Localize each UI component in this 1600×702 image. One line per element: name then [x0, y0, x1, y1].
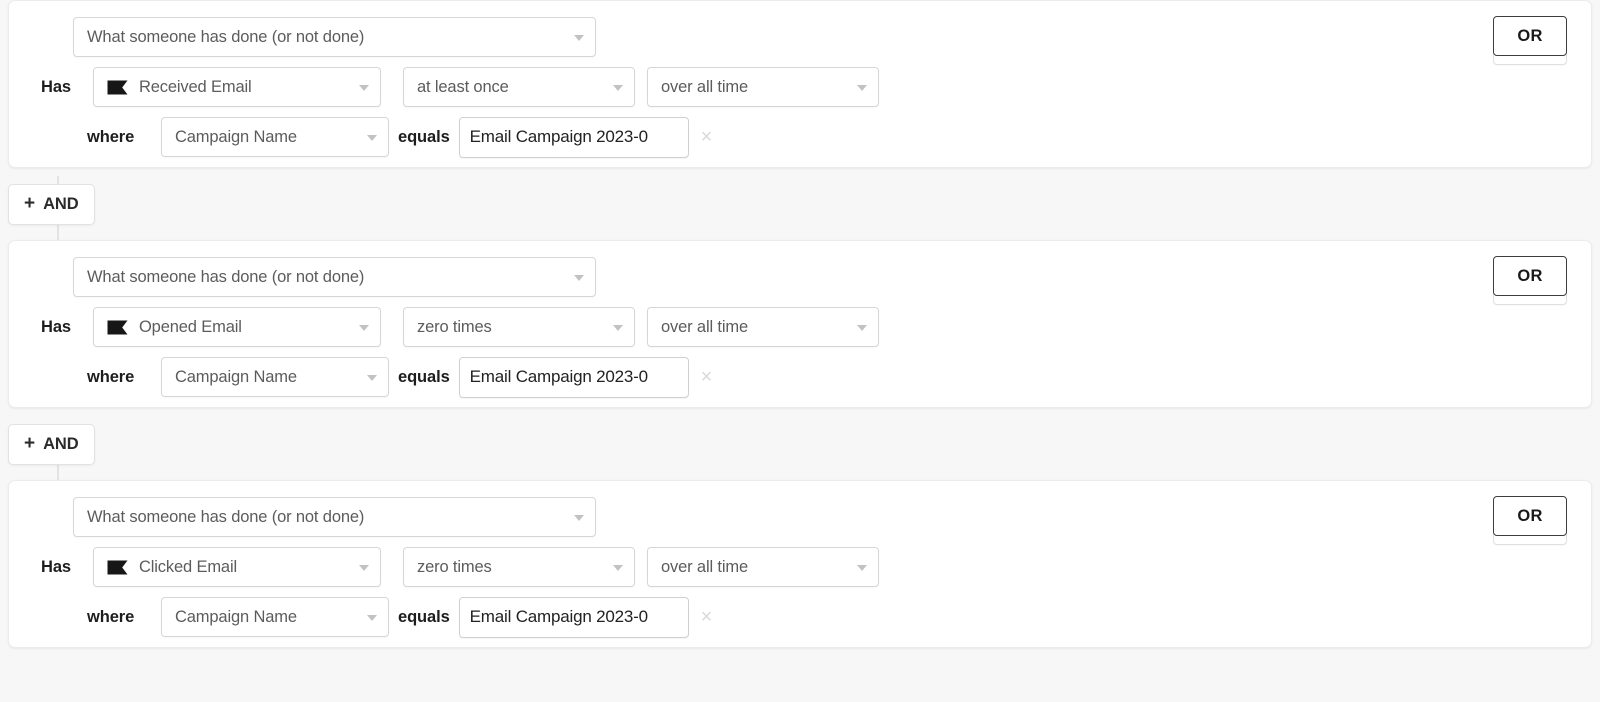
has-label: Has [41, 318, 93, 337]
filter-value-input[interactable] [459, 357, 689, 398]
condition-type-row: What someone has done (or not done) [41, 15, 1567, 59]
chevron-down-icon [574, 35, 584, 41]
frequency-select[interactable]: zero times [403, 547, 635, 587]
event-flag-icon [107, 320, 128, 335]
or-button-label: OR [1517, 267, 1542, 286]
event-condition-row: Has Received Email at least once over a [41, 65, 1567, 109]
event-select-value: Received Email [139, 78, 252, 97]
timeframe-select[interactable]: over all time [647, 307, 879, 347]
event-condition-row: Has Opened Email zero times over all ti [41, 305, 1567, 349]
plus-icon: + [24, 434, 35, 453]
chevron-down-icon [367, 135, 377, 141]
or-button-slot: OR [1493, 16, 1567, 56]
timeframe-select-value: over all time [661, 558, 748, 577]
frequency-select-value: zero times [417, 558, 492, 577]
where-label: where [87, 608, 161, 627]
where-label: where [87, 128, 161, 147]
filter-operator-label: equals [398, 128, 450, 147]
chevron-down-icon [359, 565, 369, 571]
chevron-down-icon [574, 515, 584, 521]
and-connector: + AND [0, 408, 1600, 480]
plus-icon: + [24, 194, 35, 213]
condition-type-row: What someone has done (or not done) [41, 495, 1567, 539]
event-select-value: Opened Email [139, 318, 242, 337]
and-connector: + AND [0, 168, 1600, 240]
timeframe-select[interactable]: over all time [647, 547, 879, 587]
filter-row: where Campaign Name equals × OR [41, 115, 1567, 159]
add-or-condition-button[interactable]: OR [1493, 256, 1567, 296]
chevron-down-icon [613, 565, 623, 571]
condition-type-value: What someone has done (or not done) [87, 268, 364, 287]
filter-operator-label: equals [398, 608, 450, 627]
segment-condition-card: What someone has done (or not done) [8, 0, 1592, 168]
and-button-label: AND [43, 195, 78, 214]
filter-attribute-value: Campaign Name [175, 608, 297, 627]
has-label: Has [41, 558, 93, 577]
chevron-down-icon [574, 275, 584, 281]
and-button-label: AND [43, 435, 78, 454]
filter-value-input[interactable] [459, 597, 689, 638]
condition-type-select[interactable]: What someone has done (or not done) [73, 257, 596, 297]
chevron-down-icon [857, 565, 867, 571]
chevron-down-icon [857, 325, 867, 331]
remove-filter-icon[interactable]: × [701, 367, 713, 387]
filter-row: where Campaign Name equals × OR [41, 355, 1567, 399]
or-button-slot: OR [1493, 256, 1567, 296]
event-condition-row: Has Clicked Email zero times over all t [41, 545, 1567, 589]
frequency-select[interactable]: zero times [403, 307, 635, 347]
filter-attribute-value: Campaign Name [175, 128, 297, 147]
chevron-down-icon [613, 85, 623, 91]
add-and-condition-button[interactable]: + AND [8, 424, 95, 465]
or-button-slot: OR [1493, 496, 1567, 536]
timeframe-select-value: over all time [661, 78, 748, 97]
condition-type-select[interactable]: What someone has done (or not done) [73, 17, 596, 57]
or-button-label: OR [1517, 507, 1542, 526]
has-label: Has [41, 78, 93, 97]
chevron-down-icon [857, 85, 867, 91]
timeframe-select[interactable]: over all time [647, 67, 879, 107]
remove-filter-icon[interactable]: × [701, 607, 713, 627]
chevron-down-icon [367, 615, 377, 621]
segment-condition-list: What someone has done (or not done) [0, 0, 1600, 648]
timeframe-select-value: over all time [661, 318, 748, 337]
filter-attribute-select[interactable]: Campaign Name [161, 117, 389, 157]
frequency-select-value: at least once [417, 78, 509, 97]
add-or-condition-button[interactable]: OR [1493, 496, 1567, 536]
condition-type-value: What someone has done (or not done) [87, 28, 364, 47]
event-flag-icon [107, 560, 128, 575]
segment-condition-card: What someone has done (or not done) [8, 480, 1592, 648]
frequency-select-value: zero times [417, 318, 492, 337]
condition-type-select[interactable]: What someone has done (or not done) [73, 497, 596, 537]
chevron-down-icon [359, 85, 369, 91]
event-select[interactable]: Clicked Email [93, 547, 381, 587]
add-or-condition-button[interactable]: OR [1493, 16, 1567, 56]
chevron-down-icon [359, 325, 369, 331]
filter-attribute-value: Campaign Name [175, 368, 297, 387]
where-label: where [87, 368, 161, 387]
remove-filter-icon[interactable]: × [701, 127, 713, 147]
condition-type-value: What someone has done (or not done) [87, 508, 364, 527]
segment-builder-page: What someone has done (or not done) [0, 0, 1600, 702]
event-select[interactable]: Opened Email [93, 307, 381, 347]
event-flag-icon [107, 80, 128, 95]
filter-attribute-select[interactable]: Campaign Name [161, 597, 389, 637]
frequency-select[interactable]: at least once [403, 67, 635, 107]
chevron-down-icon [613, 325, 623, 331]
filter-row: where Campaign Name equals × OR [41, 595, 1567, 639]
filter-operator-label: equals [398, 368, 450, 387]
filter-value-input[interactable] [459, 117, 689, 158]
event-select-value: Clicked Email [139, 558, 237, 577]
event-select[interactable]: Received Email [93, 67, 381, 107]
or-button-label: OR [1517, 27, 1542, 46]
add-and-condition-button[interactable]: + AND [8, 184, 95, 225]
condition-type-row: What someone has done (or not done) [41, 255, 1567, 299]
segment-condition-card: What someone has done (or not done) [8, 240, 1592, 408]
chevron-down-icon [367, 375, 377, 381]
filter-attribute-select[interactable]: Campaign Name [161, 357, 389, 397]
